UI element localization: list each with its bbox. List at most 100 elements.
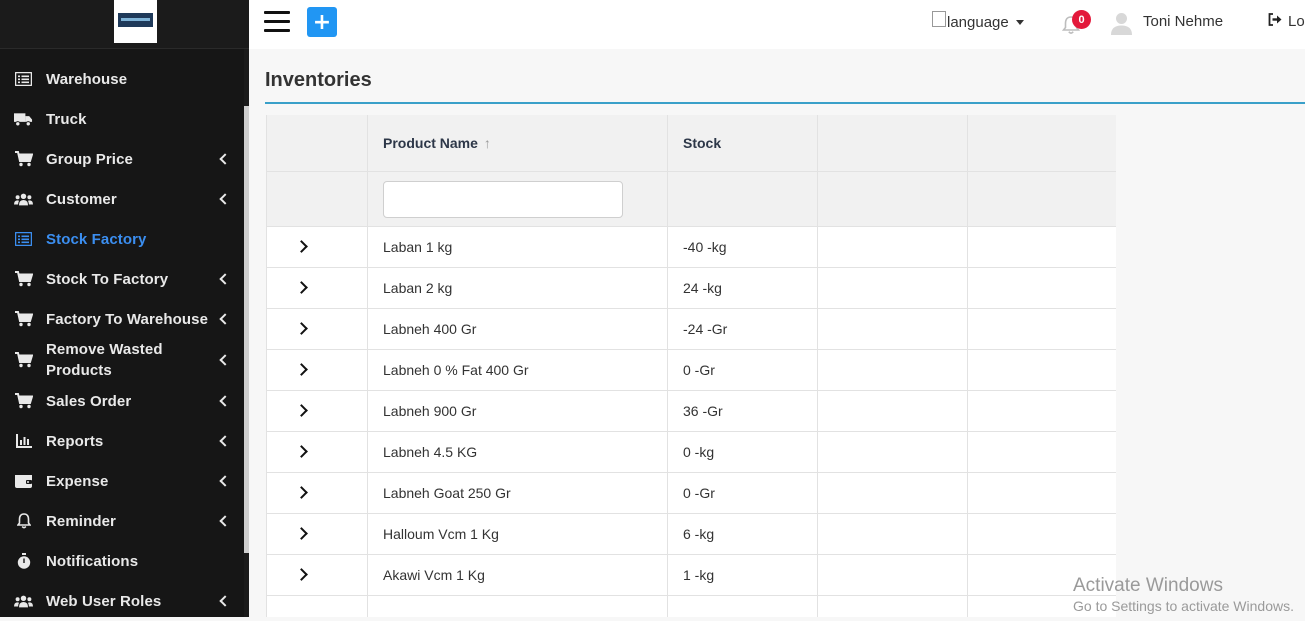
product-name-cell: Laban 1 kg (383, 239, 453, 255)
product-name-cell: Labneh 0 % Fat 400 Gr (383, 362, 529, 378)
expand-row-chevron-icon[interactable] (297, 405, 309, 417)
table-row[interactable]: Labneh 400 Gr -24 -Gr (267, 309, 1116, 350)
wallet-icon (14, 473, 33, 489)
column-divider (367, 115, 368, 617)
sidebar-item-label: Remove Wasted Products (46, 341, 163, 379)
sidebar-item-label: Reports (46, 432, 104, 450)
chevron-left-icon (219, 596, 227, 606)
column-header-stock[interactable]: Stock (683, 135, 721, 151)
menu-toggle-icon[interactable] (264, 9, 290, 33)
expand-row-chevron-icon[interactable] (297, 323, 309, 335)
header-divider (267, 171, 1116, 172)
watermark-title: Activate Windows (1073, 575, 1223, 596)
user-avatar[interactable] (1111, 12, 1132, 35)
table-row[interactable]: Laban 2 kg 24 -kg (267, 268, 1116, 309)
sidebar-item-reports[interactable]: Reports (0, 421, 244, 461)
title-underline (265, 102, 1305, 104)
product-name-filter-input[interactable] (383, 181, 623, 218)
sidebar-item-sales-order[interactable]: Sales Order (0, 381, 244, 421)
sidebar-item-factory-to-warehouse[interactable]: Factory To Warehouse (0, 299, 244, 339)
expand-row-chevron-icon[interactable] (297, 446, 309, 458)
stock-cell: 1 -kg (683, 567, 715, 583)
users-icon (14, 593, 33, 609)
sign-out-icon (1268, 13, 1282, 30)
table-row[interactable]: Labneh Goat 250 Gr 0 -Gr (267, 473, 1116, 514)
language-dropdown[interactable]: language (932, 8, 1024, 36)
table-row[interactable]: Laban 1 kg -40 -kg (267, 227, 1116, 268)
stock-cell: 6 -kg (683, 526, 715, 542)
bell-icon (14, 513, 33, 529)
sidebar-item-warehouse[interactable]: Warehouse (0, 59, 244, 99)
chevron-left-icon (219, 314, 227, 324)
expand-row-chevron-icon[interactable] (297, 528, 309, 540)
sidebar-item-stock-factory[interactable]: Stock Factory (0, 219, 244, 259)
expand-row-chevron-icon[interactable] (297, 569, 309, 581)
column-divider (967, 115, 968, 617)
add-button[interactable]: + (307, 7, 337, 37)
sidebar-item-label: Reminder (46, 512, 116, 530)
sidebar-item-label: Stock To Factory (46, 270, 169, 288)
logout-button[interactable]: Lo (1268, 13, 1305, 30)
table-row[interactable]: Labneh 4.5 KG 0 -kg (267, 432, 1116, 473)
chevron-left-icon (219, 436, 227, 446)
stopwatch-icon (14, 553, 33, 569)
sidebar-item-stock-to-factory[interactable]: Stock To Factory (0, 259, 244, 299)
sidebar-item-truck[interactable]: Truck (0, 99, 244, 139)
sidebar-item-expense[interactable]: Expense (0, 461, 244, 501)
sidebar-item-group-price[interactable]: Group Price (0, 139, 244, 179)
expand-row-chevron-icon[interactable] (297, 241, 309, 253)
table-row[interactable]: Akawi Vcm 1 Kg 1 -kg (267, 555, 1116, 596)
column-header-label: Product Name (383, 135, 478, 151)
product-name-cell: Laban 2 kg (383, 280, 453, 296)
language-label: language (947, 13, 1009, 31)
table-row[interactable]: Labneh 900 Gr 36 -Gr (267, 391, 1116, 432)
sidebar-item-label: Truck (46, 110, 87, 128)
company-logo[interactable] (114, 0, 157, 43)
sidebar-item-web-user-roles[interactable]: Web User Roles (0, 581, 244, 621)
cart-icon (14, 393, 33, 409)
cart-icon (14, 151, 33, 167)
sort-ascending-icon[interactable]: ↑ (484, 135, 491, 151)
warehouse-icon (14, 71, 33, 87)
username[interactable]: Toni Nehme (1143, 13, 1223, 30)
sidebar-item-label: Factory To Warehouse (46, 310, 209, 328)
cart-icon (14, 311, 33, 327)
logout-label: Lo (1288, 13, 1305, 30)
sidebar-scrollbar-thumb[interactable] (244, 106, 249, 553)
product-name-cell: Halloum Vcm 1 Kg (383, 526, 499, 542)
sidebar-nav: Warehouse Truck Group Price Customer Sto… (0, 59, 244, 621)
broken-image-icon (932, 11, 946, 27)
stock-cell: 36 -Gr (683, 403, 723, 419)
truck-icon (14, 111, 33, 127)
product-name-cell: Labneh 4.5 KG (383, 444, 478, 460)
table-row[interactable]: Labneh 0 % Fat 400 Gr 0 -Gr (267, 350, 1116, 391)
list-icon (14, 231, 33, 247)
expand-row-chevron-icon[interactable] (297, 364, 309, 376)
table-row[interactable]: Halloum Vcm 1 Kg 6 -kg (267, 514, 1116, 555)
stock-cell: 0 -kg (683, 444, 715, 460)
column-header-product-name[interactable]: Product Name ↑ (383, 135, 491, 151)
sidebar-item-notifications[interactable]: Notifications (0, 541, 244, 581)
sidebar-item-customer[interactable]: Customer (0, 179, 244, 219)
notification-count-badge[interactable]: 0 (1072, 10, 1091, 29)
chevron-left-icon (219, 516, 227, 526)
expand-row-chevron-icon[interactable] (297, 282, 309, 294)
sidebar-item-label: Expense (46, 472, 109, 490)
caret-down-icon (1015, 19, 1024, 25)
product-name-cell: Labneh Goat 250 Gr (383, 485, 511, 501)
stock-cell: -24 -Gr (683, 321, 728, 337)
chevron-left-icon (219, 154, 227, 164)
expand-row-chevron-icon[interactable] (297, 487, 309, 499)
cart-icon (14, 271, 33, 287)
chevron-left-icon (219, 355, 227, 365)
sidebar-item-remove-wasted-products[interactable]: Remove Wasted Products (0, 339, 244, 381)
chart-icon (14, 433, 33, 449)
inventory-grid: Product Name ↑ Stock Laban 1 kg -40 -kg Lab… (266, 115, 1116, 617)
stock-cell: 0 -Gr (683, 485, 715, 501)
sidebar-item-label: Stock Factory (46, 230, 147, 248)
column-divider (667, 115, 668, 617)
sidebar-item-reminder[interactable]: Reminder (0, 501, 244, 541)
product-name-cell: Akawi Vcm 1 Kg (383, 567, 485, 583)
chevron-left-icon (219, 396, 227, 406)
top-header: + language 0 Toni Nehme Lo (249, 0, 1305, 49)
